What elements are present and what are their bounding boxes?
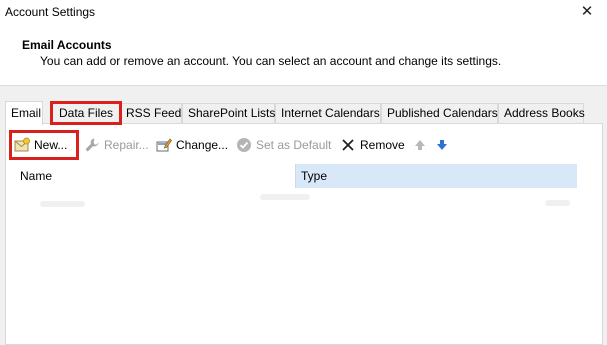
- title-bar: Account Settings ✕: [0, 0, 607, 26]
- remove-button[interactable]: Remove: [337, 132, 405, 158]
- new-button[interactable]: New...: [9, 130, 79, 160]
- move-down-button[interactable]: [431, 132, 449, 158]
- arrow-up-icon: [415, 140, 425, 150]
- set-as-default-button[interactable]: Set as Default: [233, 132, 331, 158]
- tab-rss-feeds[interactable]: RSS Feeds: [120, 103, 187, 123]
- accounts-list[interactable]: Name Type: [15, 164, 580, 339]
- section-title: Email Accounts: [22, 38, 112, 52]
- tab-email[interactable]: Email: [5, 101, 43, 125]
- tab-data-files[interactable]: Data Files: [50, 101, 122, 125]
- wrench-icon: [85, 138, 99, 152]
- move-up-button[interactable]: [409, 132, 427, 158]
- column-header-name[interactable]: Name: [15, 164, 295, 188]
- list-item[interactable]: [260, 194, 310, 200]
- tab-published-calendars[interactable]: Published Calendars: [381, 103, 498, 123]
- set-as-default-label: Set as Default: [256, 138, 332, 152]
- section-description: You can add or remove an account. You ca…: [40, 54, 502, 68]
- header-area: Email Accounts You can add or remove an …: [0, 26, 607, 86]
- change-button-label: Change...: [176, 138, 229, 152]
- change-button[interactable]: Change...: [153, 132, 231, 158]
- envelope-new-icon: [14, 137, 30, 152]
- edit-icon: [156, 138, 172, 152]
- list-item[interactable]: [545, 200, 570, 206]
- window-title: Account Settings: [5, 5, 96, 19]
- toolbar: New... Repair... Change... Set as Defaul…: [9, 130, 591, 160]
- close-button[interactable]: ✕: [577, 2, 597, 22]
- tab-address-books[interactable]: Address Books: [498, 103, 585, 123]
- column-header-type[interactable]: Type: [295, 164, 577, 188]
- arrow-down-icon: [437, 140, 447, 150]
- tab-internet-calendars[interactable]: Internet Calendars: [275, 103, 381, 123]
- new-button-label: New...: [34, 138, 68, 152]
- repair-button-label: Repair...: [104, 138, 149, 152]
- check-circle-icon: [237, 138, 251, 152]
- remove-button-label: Remove: [360, 138, 405, 152]
- email-accounts-panel: New... Repair... Change... Set as Defaul…: [5, 123, 603, 345]
- x-icon: [342, 139, 354, 151]
- list-item[interactable]: [40, 201, 85, 207]
- tab-sharepoint-lists[interactable]: SharePoint Lists: [182, 103, 275, 123]
- repair-button[interactable]: Repair...: [81, 132, 153, 158]
